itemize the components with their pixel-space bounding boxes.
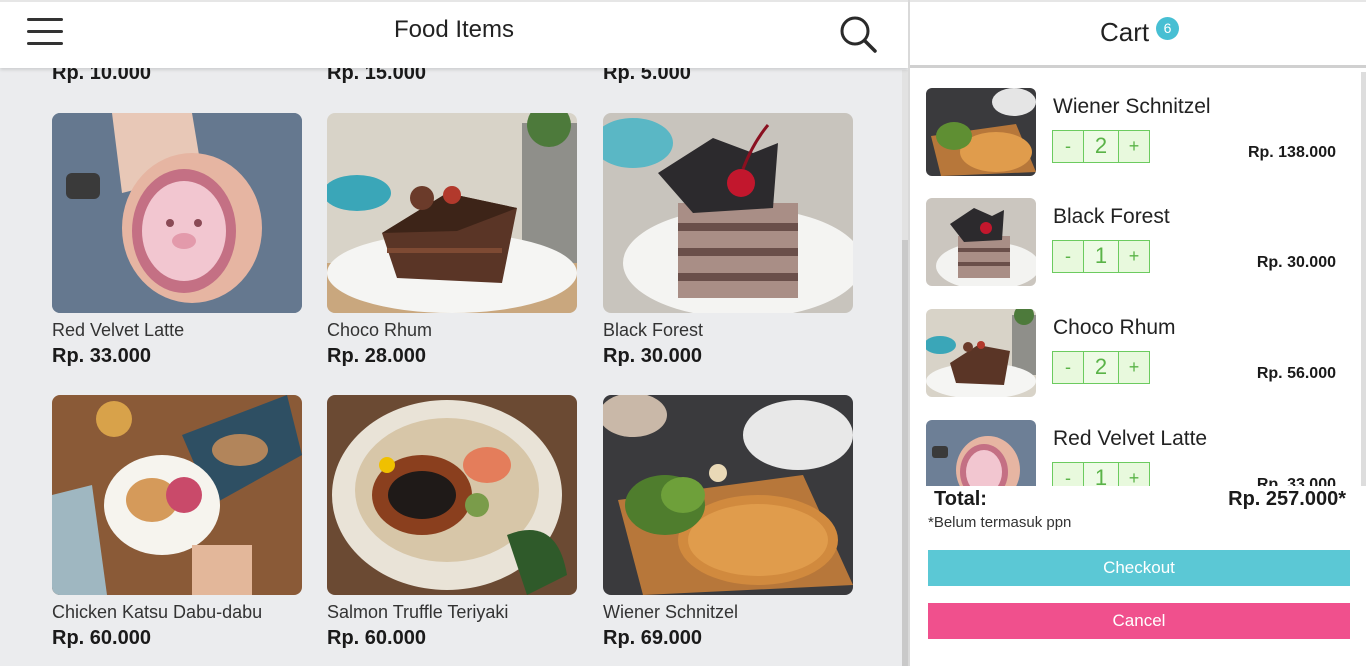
quantity-value: 1 bbox=[1084, 240, 1118, 273]
quantity-value: 1 bbox=[1084, 462, 1118, 486]
food-items-panel: Rp. 10.000 Rp. 15.000 Rp. 5.000 Red Velv… bbox=[0, 0, 908, 666]
food-price: Rp. 30.000 bbox=[603, 345, 702, 367]
food-card-wiener-schnitzel[interactable]: Wiener Schnitzel Rp. 69.000 bbox=[603, 395, 853, 650]
cart-item-name: Red Velvet Latte bbox=[1053, 427, 1208, 450]
checkout-button[interactable]: Checkout bbox=[928, 550, 1350, 586]
cart-item-price: Rp. 30.000 bbox=[1256, 254, 1336, 271]
cart-count-badge: 6 bbox=[1156, 17, 1179, 40]
increase-quantity-button[interactable]: + bbox=[1118, 130, 1150, 163]
decrease-quantity-button[interactable]: - bbox=[1052, 240, 1084, 273]
search-icon[interactable] bbox=[838, 14, 878, 54]
food-name: Red Velvet Latte bbox=[52, 320, 185, 340]
food-price: Rp. 28.000 bbox=[327, 345, 426, 367]
food-name: Wiener Schnitzel bbox=[603, 602, 739, 622]
quantity-stepper: - 2 + bbox=[1052, 351, 1150, 384]
cart-item-black-forest: Black Forest - 1 + Rp. 30.000 bbox=[926, 198, 1346, 288]
cart-item-red-velvet-latte: Red Velvet Latte - 1 + Rp. 33.000 bbox=[926, 420, 1346, 486]
increase-quantity-button[interactable]: + bbox=[1118, 351, 1150, 384]
cart-item-list: Wiener Schnitzel - 2 + Rp. 138.000 Black… bbox=[910, 72, 1366, 486]
increase-quantity-button[interactable]: + bbox=[1118, 462, 1150, 486]
decrease-quantity-button[interactable]: - bbox=[1052, 130, 1084, 163]
cart-item-image bbox=[926, 88, 1036, 176]
decrease-quantity-button[interactable]: - bbox=[1052, 351, 1084, 384]
quantity-value: 2 bbox=[1084, 351, 1118, 384]
quantity-stepper: - 1 + bbox=[1052, 462, 1150, 486]
cart-item-image bbox=[926, 420, 1036, 486]
quantity-stepper: - 2 + bbox=[1052, 130, 1150, 163]
cart-item-image bbox=[926, 198, 1036, 286]
quantity-stepper: - 1 + bbox=[1052, 240, 1150, 273]
cart-item-price: Rp. 56.000 bbox=[1256, 365, 1336, 382]
cart-item-name: Wiener Schnitzel bbox=[1053, 95, 1211, 118]
food-card-black-forest[interactable]: Black Forest Rp. 30.000 bbox=[603, 113, 853, 368]
food-name: Black Forest bbox=[603, 320, 704, 340]
food-card-salmon-truffle[interactable]: Salmon Truffle Teriyaki Rp. 60.000 bbox=[327, 395, 577, 650]
tax-note: *Belum termasuk ppn bbox=[928, 514, 1072, 531]
page-title: Food Items bbox=[393, 16, 515, 43]
cart-panel: Cart 6 Wiener Schnitzel - 2 + Rp. 138.00… bbox=[908, 0, 1366, 666]
cart-item-price: Rp. 138.000 bbox=[1247, 144, 1336, 161]
total-value: Rp. 257.000* bbox=[1228, 488, 1346, 510]
total-label: Total: bbox=[934, 488, 987, 510]
cart-scrollbar[interactable] bbox=[1361, 72, 1366, 486]
food-image-choco-rhum bbox=[327, 113, 577, 313]
food-image-chicken-katsu bbox=[52, 395, 302, 595]
decrease-quantity-button[interactable]: - bbox=[1052, 462, 1084, 486]
food-price: Rp. 60.000 bbox=[52, 627, 151, 649]
cart-item-name: Black Forest bbox=[1053, 205, 1170, 228]
food-card-chicken-katsu[interactable]: Chicken Katsu Dabu-dabu Rp. 60.000 bbox=[52, 395, 302, 650]
cart-item-price: Rp. 33.000 bbox=[1256, 476, 1336, 486]
cart-header: Cart 6 bbox=[910, 0, 1366, 68]
cart-item-name: Choco Rhum bbox=[1053, 316, 1176, 339]
food-card-red-velvet-latte[interactable]: Red Velvet Latte Rp. 33.000 bbox=[52, 113, 302, 368]
food-name: Choco Rhum bbox=[327, 320, 433, 340]
food-image-salmon-truffle bbox=[327, 395, 577, 595]
food-name: Chicken Katsu Dabu-dabu bbox=[52, 602, 263, 622]
cart-title: Cart bbox=[1100, 17, 1150, 47]
food-image-red-velvet-latte bbox=[52, 113, 302, 313]
top-bar: Food Items bbox=[0, 0, 908, 68]
food-price: Rp. 33.000 bbox=[52, 345, 151, 367]
cart-item-image bbox=[926, 309, 1036, 397]
food-price: Rp. 60.000 bbox=[327, 627, 426, 649]
cancel-button[interactable]: Cancel bbox=[928, 603, 1350, 639]
cart-item-choco-rhum: Choco Rhum - 2 + Rp. 56.000 bbox=[926, 309, 1346, 399]
increase-quantity-button[interactable]: + bbox=[1118, 240, 1150, 273]
food-price: Rp. 69.000 bbox=[603, 627, 702, 649]
cart-item-wiener-schnitzel: Wiener Schnitzel - 2 + Rp. 138.000 bbox=[926, 88, 1346, 178]
food-name: Salmon Truffle Teriyaki bbox=[327, 602, 509, 622]
food-image-black-forest bbox=[603, 113, 853, 313]
quantity-value: 2 bbox=[1084, 130, 1118, 163]
food-image-wiener-schnitzel bbox=[603, 395, 853, 595]
food-card-choco-rhum[interactable]: Choco Rhum Rp. 28.000 bbox=[327, 113, 577, 368]
